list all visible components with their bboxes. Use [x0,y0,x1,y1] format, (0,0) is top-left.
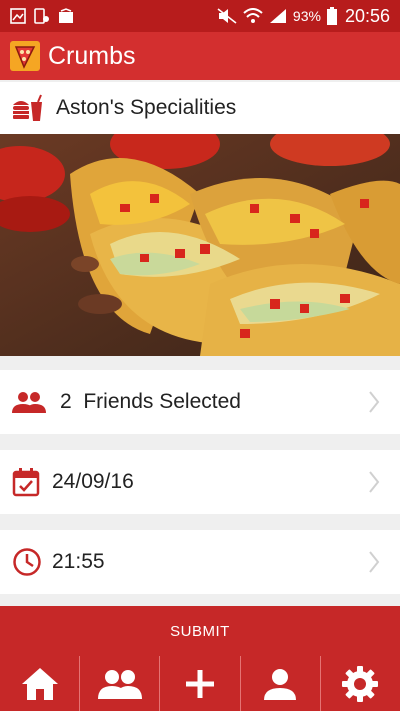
tab-friends[interactable] [79,656,159,711]
friends-label: Friends Selected [83,390,241,413]
date-value: 24/09/16 [52,470,134,493]
fast-food-icon [13,94,42,121]
date-picker[interactable]: 24/09/16 [0,450,400,514]
friends-selector[interactable]: 2 Friends Selected [0,370,400,434]
chevron-right-icon [369,551,380,573]
clock-icon [13,548,41,576]
venue-name: Aston's Specialities [56,96,237,119]
app-notification-icon [34,8,49,24]
status-bar: 93% 20:56 [0,0,400,32]
bottom-nav [0,656,400,711]
pizza-logo-icon [10,41,40,71]
battery-icon [326,7,337,25]
tab-add[interactable] [159,656,239,711]
gear-icon [342,665,379,702]
tab-home[interactable] [0,656,79,711]
venue-photo [0,134,400,356]
app-bar: Crumbs [0,32,400,80]
clock: 20:56 [344,5,390,26]
home-icon [21,667,58,700]
time-picker[interactable]: 21:55 [0,530,400,594]
submit-label: SUBMIT [170,622,230,640]
venue-header: Aston's Specialities [0,82,400,134]
person-icon [264,668,297,700]
chevron-right-icon [369,391,380,413]
image-notification-icon [10,8,26,24]
tab-profile[interactable] [239,656,320,711]
calendar-icon [12,468,40,497]
signal-icon [269,9,286,23]
app-title: Crumbs [48,41,136,70]
battery-percent: 93% [292,8,321,24]
chevron-right-icon [369,471,380,493]
plus-icon [186,669,214,698]
mute-icon [217,8,237,24]
time-value: 21:55 [52,550,105,573]
submit-button[interactable]: SUBMIT [0,606,400,656]
group-icon [97,669,142,699]
photo-notification-icon [59,8,73,23]
tab-settings[interactable] [319,656,400,711]
group-icon [12,392,46,413]
wifi-icon [243,8,263,23]
friends-count: 2 [60,390,72,413]
